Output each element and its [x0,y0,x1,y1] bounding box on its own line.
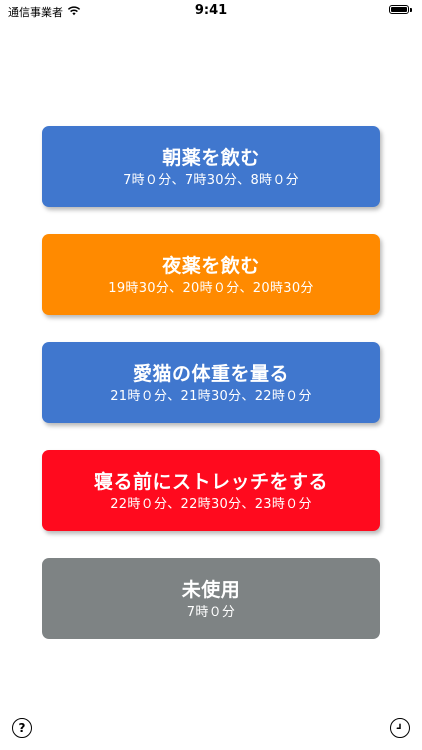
reminder-times: 7時０分 [186,604,236,620]
status-bar: 通信事業者 9:41 [0,0,422,24]
reminder-list: 朝薬を飲む 7時０分、7時30分、8時０分 夜薬を飲む 19時30分、20時０分… [42,126,380,666]
battery-tip [410,7,412,12]
reminder-title: 愛猫の体重を量る [132,362,289,385]
reminder-button-stretch[interactable]: 寝る前にストレッチをする 22時０分、22時30分、23時０分 [42,450,380,531]
reminder-times: 19時30分、20時０分、20時30分 [108,280,314,296]
app-screen: 通信事業者 9:41 朝薬を飲む 7時０分、7時30分、8時０分 夜薬を飲む 1 [0,0,422,750]
question-mark-icon[interactable]: ? [12,718,32,738]
reminder-button-unused[interactable]: 未使用 7時０分 [42,558,380,639]
status-time: 9:41 [194,3,228,18]
reminder-button-night-medicine[interactable]: 夜薬を飲む 19時30分、20時０分、20時30分 [42,234,380,315]
clock-icon[interactable] [390,718,410,738]
status-right [389,5,412,14]
reminder-title: 未使用 [181,578,241,601]
reminder-times: 21時０分、21時30分、22時０分 [110,388,312,404]
reminder-title: 寝る前にストレッチをする [93,470,328,493]
reminder-button-morning-medicine[interactable]: 朝薬を飲む 7時０分、7時30分、8時０分 [42,126,380,207]
reminder-button-weigh-cat[interactable]: 愛猫の体重を量る 21時０分、21時30分、22時０分 [42,342,380,423]
battery-icon [389,5,409,14]
reminder-title: 朝薬を飲む [162,146,260,169]
reminder-times: 22時０分、22時30分、23時０分 [110,496,312,512]
reminder-title: 夜薬を飲む [162,254,260,277]
reminder-times: 7時０分、7時30分、8時０分 [123,172,299,188]
